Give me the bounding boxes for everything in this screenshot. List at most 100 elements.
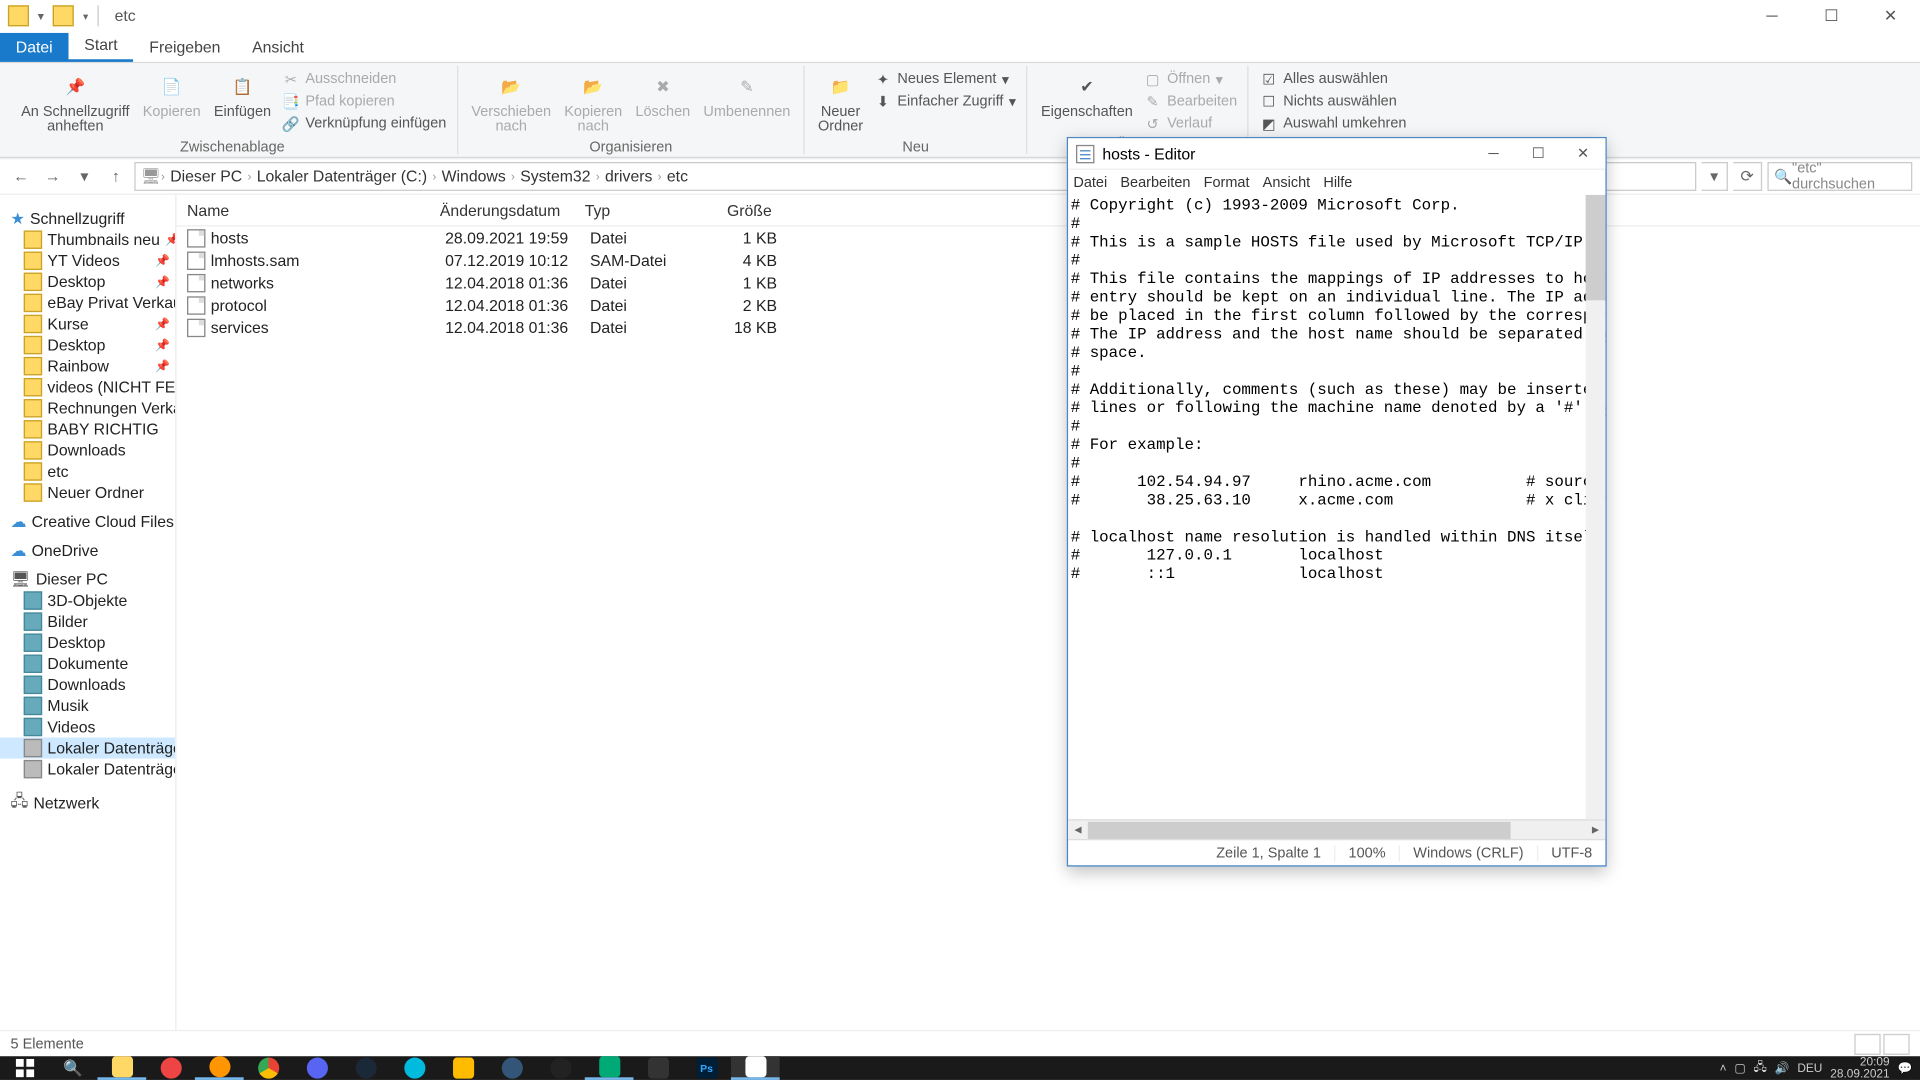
notepad-hscrollbar[interactable]: ◄► <box>1068 819 1605 839</box>
taskbar-firefox[interactable] <box>195 1056 244 1080</box>
tab-view[interactable]: Ansicht <box>236 33 319 62</box>
notepad-menu-format[interactable]: Format <box>1204 175 1250 191</box>
notepad-maximize[interactable]: ☐ <box>1516 139 1561 168</box>
search-input[interactable]: 🔍 "etc" durchsuchen <box>1767 162 1912 191</box>
taskbar-steam[interactable] <box>341 1056 390 1080</box>
file-row[interactable]: networks12.04.2018 01:36Datei1 KB <box>176 271 1920 293</box>
taskbar-app5[interactable] <box>633 1056 682 1080</box>
onedrive-node[interactable]: ☁OneDrive <box>0 540 175 561</box>
thispc-item[interactable]: Lokaler Datenträger (D <box>0 759 175 780</box>
invertsel-button[interactable]: ◩Auswahl umkehren <box>1257 113 1409 134</box>
minimize-button[interactable]: ─ <box>1742 0 1801 32</box>
quickaccess-item[interactable]: Desktop📌 <box>0 271 175 292</box>
back-button[interactable]: ← <box>8 163 34 189</box>
delete-button[interactable]: ✖Löschen <box>630 68 695 136</box>
quickaccess-item[interactable]: eBay Privat Verkauf📌 <box>0 292 175 313</box>
taskbar[interactable]: 🔍 Ps ˄ ▢ 🖧 🔊 DEU 20:0928.09.2021 💬 <box>0 1056 1920 1080</box>
quickaccess-item[interactable]: BABY RICHTIG <box>0 419 175 440</box>
thispc-item[interactable]: Musik <box>0 695 175 716</box>
thispc-item[interactable]: Dokumente <box>0 653 175 674</box>
nav-tree[interactable]: ★Schnellzugriff Thumbnails neu📌YT Videos… <box>0 195 176 1038</box>
file-row[interactable]: services12.04.2018 01:36Datei18 KB <box>176 316 1920 338</box>
taskbar-obs[interactable] <box>536 1056 585 1080</box>
notepad-minimize[interactable]: ─ <box>1471 139 1516 168</box>
thispc-item[interactable]: Downloads <box>0 674 175 695</box>
search-button[interactable]: 🔍 <box>49 1056 98 1080</box>
start-button[interactable] <box>0 1056 49 1080</box>
quickaccess-item[interactable]: Rechnungen Verkau📌 <box>0 398 175 419</box>
notepad-menu-view[interactable]: Ansicht <box>1263 175 1311 191</box>
view-icons-button[interactable] <box>1883 1033 1909 1054</box>
col-size[interactable]: Größe <box>716 201 782 219</box>
taskbar-notepad[interactable] <box>731 1056 780 1080</box>
notepad-menu-edit[interactable]: Bearbeiten <box>1120 175 1190 191</box>
notepad-menu-help[interactable]: Hilfe <box>1323 175 1352 191</box>
copy-button[interactable]: 📄Kopieren <box>137 68 206 136</box>
col-date[interactable]: Änderungsdatum <box>440 201 585 219</box>
thispc-item[interactable]: Videos <box>0 716 175 737</box>
tab-start[interactable]: Start <box>69 30 134 62</box>
quickaccess-item[interactable]: Downloads <box>0 440 175 461</box>
selectnone-button[interactable]: ☐Nichts auswählen <box>1257 91 1400 112</box>
properties-button[interactable]: ✔Eigenschaften <box>1036 68 1138 134</box>
moveto-button[interactable]: 📂Verschieben nach <box>466 68 556 136</box>
quickaccess-item[interactable]: Neuer Ordner <box>0 482 175 503</box>
quickaccess-item[interactable]: YT Videos📌 <box>0 250 175 271</box>
maximize-button[interactable]: ☐ <box>1802 0 1861 32</box>
taskbar-chrome[interactable] <box>244 1056 293 1080</box>
taskbar-app1[interactable] <box>390 1056 439 1080</box>
file-row[interactable]: hosts28.09.2021 19:59Datei1 KB <box>176 227 1920 249</box>
addr-dropdown[interactable]: ▾ <box>1702 162 1728 191</box>
qat-dropdown2[interactable]: ▾ <box>79 5 92 26</box>
column-headers[interactable]: Name Änderungsdatum Typ Größe <box>176 195 1920 227</box>
view-details-button[interactable] <box>1854 1033 1880 1054</box>
paste-button[interactable]: 📋Einfügen <box>209 68 277 136</box>
recent-dropdown[interactable]: ▾ <box>71 163 97 189</box>
open-button[interactable]: ▢Öffnen ▾ <box>1141 68 1240 89</box>
tray-network-icon[interactable]: 🖧 <box>1754 1058 1767 1079</box>
tab-file[interactable]: Datei <box>0 33 69 62</box>
thispc-item[interactable]: Lokaler Datenträger (C <box>0 738 175 759</box>
refresh-button[interactable]: ⟳ <box>1733 162 1762 191</box>
pin-quickaccess-button[interactable]: 📌An Schnellzugriff anheften <box>16 68 135 136</box>
taskbar-app3[interactable] <box>487 1056 536 1080</box>
col-name[interactable]: Name <box>176 201 439 219</box>
ccf-node[interactable]: ☁Creative Cloud Files <box>0 511 175 532</box>
tray-clock[interactable]: 20:0928.09.2021 <box>1830 1056 1889 1080</box>
network-node[interactable]: 🖧Netzwerk <box>0 788 175 818</box>
quickaccess-item[interactable]: etc <box>0 461 175 482</box>
taskbar-app2[interactable] <box>439 1056 488 1080</box>
notepad-vscrollbar[interactable] <box>1586 195 1606 819</box>
selectall-button[interactable]: ☑Alles auswählen <box>1257 68 1391 89</box>
tab-share[interactable]: Freigeben <box>133 33 236 62</box>
quickaccess-item[interactable]: Kurse📌 <box>0 313 175 334</box>
notepad-titlebar[interactable]: hosts - Editor ─ ☐ ✕ <box>1068 138 1605 170</box>
quickaccess-item[interactable]: Rainbow📌 <box>0 356 175 377</box>
notepad-menu-file[interactable]: Datei <box>1073 175 1107 191</box>
pastelink-button[interactable]: 🔗Verknüpfung einfügen <box>279 113 449 134</box>
col-type[interactable]: Typ <box>585 201 717 219</box>
file-list[interactable]: Name Änderungsdatum Typ Größe hosts28.09… <box>176 195 1920 1038</box>
history-button[interactable]: ↺Verlauf <box>1141 113 1240 134</box>
newitem-button[interactable]: ✦Neues Element ▾ <box>871 68 1019 89</box>
taskbar-explorer[interactable] <box>97 1056 146 1080</box>
tray-volume-icon[interactable]: 🔊 <box>1775 1061 1790 1075</box>
quickaccess-node[interactable]: ★Schnellzugriff <box>0 208 175 229</box>
file-row[interactable]: lmhosts.sam07.12.2019 10:12SAM-Datei4 KB <box>176 249 1920 271</box>
tray-chevron[interactable]: ˄ <box>1720 1062 1727 1075</box>
taskbar-opera[interactable] <box>146 1056 195 1080</box>
quickaccess-item[interactable]: Desktop📌 <box>0 335 175 356</box>
taskbar-discord[interactable] <box>292 1056 341 1080</box>
up-button[interactable]: ↑ <box>103 163 129 189</box>
thispc-item[interactable]: Desktop <box>0 632 175 653</box>
qat-dropdown[interactable]: ▼ <box>34 5 47 26</box>
close-button[interactable]: ✕ <box>1861 0 1920 32</box>
notepad-textarea[interactable]: # Copyright (c) 1993-2009 Microsoft Corp… <box>1068 195 1605 819</box>
tray-icon[interactable]: ▢ <box>1734 1061 1745 1075</box>
tray-lang[interactable]: DEU <box>1797 1062 1822 1075</box>
rename-button[interactable]: ✎Umbenennen <box>698 68 796 136</box>
thispc-node[interactable]: 🖥Dieser PC <box>0 569 175 590</box>
copyto-button[interactable]: 📂Kopieren nach <box>559 68 628 136</box>
quickaccess-item[interactable]: Thumbnails neu📌 <box>0 229 175 250</box>
tray-notifications-icon[interactable]: 💬 <box>1898 1061 1913 1075</box>
